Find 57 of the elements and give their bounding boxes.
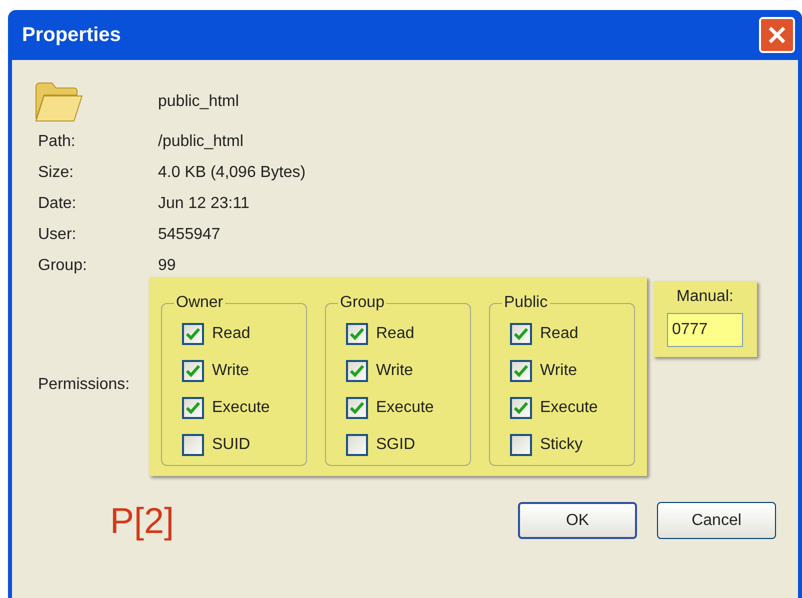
field-label: Size:: [37, 162, 75, 182]
checkbox[interactable]: [510, 396, 532, 418]
manual-field[interactable]: 0777: [667, 313, 743, 347]
checkbox-label: Read: [212, 324, 250, 344]
cancel-button[interactable]: Cancel: [657, 502, 776, 539]
annotation-label: P[2]: [110, 502, 174, 538]
checkbox[interactable]: [510, 322, 532, 344]
group-title: Public: [503, 293, 549, 313]
check-icon: [186, 364, 200, 376]
close-button[interactable]: [759, 17, 795, 53]
checkbox[interactable]: [346, 396, 368, 418]
checkbox-label: SGID: [376, 434, 416, 454]
checkbox[interactable]: [182, 434, 204, 456]
checkbox-label: Write: [212, 360, 250, 380]
field-label: User:: [37, 224, 78, 244]
ok-button[interactable]: OK: [518, 502, 637, 539]
check-icon: [186, 328, 200, 340]
field-value: 5455947: [158, 224, 220, 244]
window-title: Properties: [22, 23, 121, 48]
permissions-label: Permissions:: [37, 375, 131, 395]
checkbox-label: Read: [376, 324, 414, 344]
field-value: 99: [158, 256, 176, 276]
check-icon: [350, 402, 364, 414]
check-icon: [186, 402, 200, 414]
checkbox-label: Execute: [212, 398, 270, 418]
field-label: Date:: [37, 194, 78, 214]
checkbox-label: Execute: [540, 398, 598, 418]
checkbox-label: Sticky: [540, 434, 583, 454]
group-title: Owner: [175, 293, 224, 313]
folder-icon: [34, 81, 84, 123]
checkbox[interactable]: [182, 360, 204, 382]
group-title: Group: [339, 293, 386, 313]
checkbox[interactable]: [346, 322, 368, 344]
checkbox[interactable]: [346, 360, 368, 382]
check-icon: [514, 328, 528, 340]
checkbox[interactable]: [510, 434, 532, 456]
checkbox[interactable]: [182, 322, 204, 344]
check-icon: [350, 364, 364, 376]
check-icon: [350, 328, 364, 340]
field-value: 4.0 KB (4,096 Bytes): [158, 162, 306, 182]
field-value: Jun 12 23:11: [158, 194, 250, 214]
field-value: /public_html: [158, 132, 244, 152]
checkbox[interactable]: [346, 434, 368, 456]
checkbox-label: Write: [540, 360, 578, 380]
field-label: Path:: [37, 132, 76, 152]
field-label: Group:: [37, 256, 88, 276]
check-icon: [514, 402, 528, 414]
check-icon: [514, 364, 528, 376]
checkbox-label: Read: [540, 324, 578, 344]
checkbox[interactable]: [510, 360, 532, 382]
manual-label: Manual:: [676, 287, 734, 307]
checkbox-label: Write: [376, 360, 414, 380]
checkbox[interactable]: [182, 396, 204, 418]
close-icon: [767, 25, 787, 45]
checkbox-label: Execute: [376, 398, 434, 418]
checkbox-label: SUID: [212, 434, 250, 454]
file-name: public_html: [158, 92, 239, 112]
